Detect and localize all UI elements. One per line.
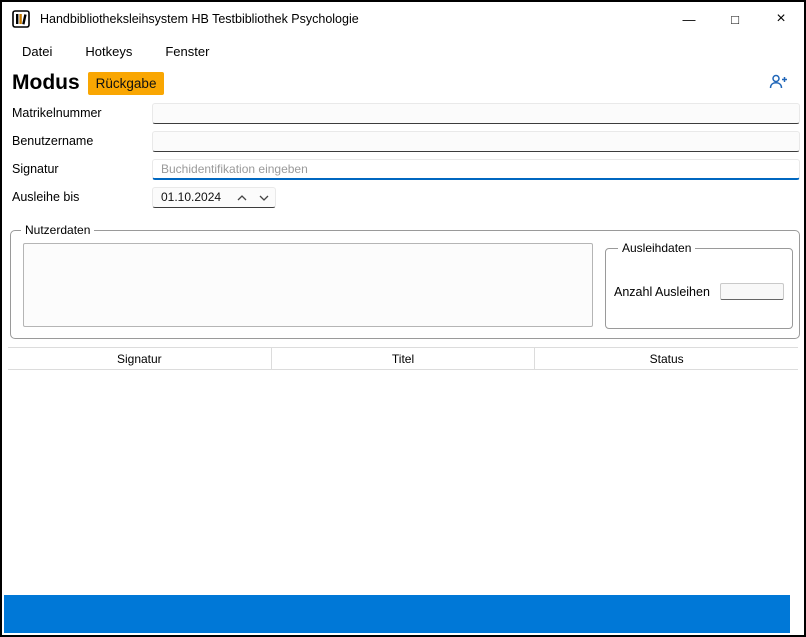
ausleihe-bis-value: 01.10.2024: [153, 190, 231, 204]
nutzerdaten-title: Nutzerdaten: [21, 223, 94, 237]
benutzername-input[interactable]: [152, 131, 800, 152]
nutzerdaten-notes[interactable]: [23, 243, 593, 327]
bottom-blue-bar: [4, 595, 790, 633]
spin-up-button[interactable]: [231, 188, 253, 207]
spin-down-button[interactable]: [253, 188, 275, 207]
results-table-header: Signatur Titel Status: [8, 347, 798, 370]
ausleihdaten-title: Ausleihdaten: [618, 241, 695, 255]
column-header-signatur[interactable]: Signatur: [8, 348, 271, 369]
benutzername-label: Benutzername: [12, 134, 152, 148]
matrikelnummer-label: Matrikelnummer: [12, 106, 152, 120]
chevron-up-icon: [237, 190, 247, 205]
window-controls: — □ ×: [666, 2, 804, 36]
nutzerdaten-group: Nutzerdaten Ausleihdaten Anzahl Ausleihe…: [10, 223, 800, 339]
signatur-row: Signatur: [2, 155, 804, 183]
person-add-icon: [768, 78, 788, 93]
app-window: Handbibliotheksleihsystem HB Testbibliot…: [0, 0, 806, 637]
menubar: Datei Hotkeys Fenster: [2, 36, 804, 66]
ausleihe-bis-date-spinner[interactable]: 01.10.2024: [152, 187, 276, 208]
anzahl-ausleihen-label: Anzahl Ausleihen: [614, 285, 720, 299]
library-book-icon: [12, 10, 30, 28]
window-title: Handbibliotheksleihsystem HB Testbibliot…: [40, 12, 359, 26]
ausleihe-bis-label: Ausleihe bis: [12, 190, 152, 204]
signatur-input[interactable]: [152, 159, 800, 180]
ausleihe-bis-row: Ausleihe bis 01.10.2024: [2, 183, 804, 211]
maximize-button[interactable]: □: [712, 2, 758, 36]
ausleihdaten-group: Ausleihdaten Anzahl Ausleihen: [605, 241, 793, 329]
column-header-titel[interactable]: Titel: [271, 348, 535, 369]
chevron-down-icon: [259, 190, 269, 205]
menu-item-datei[interactable]: Datei: [20, 40, 54, 63]
menu-item-hotkeys[interactable]: Hotkeys: [83, 40, 134, 63]
menu-item-fenster[interactable]: Fenster: [163, 40, 211, 63]
signatur-label: Signatur: [12, 162, 152, 176]
matrikelnummer-row: Matrikelnummer: [2, 99, 804, 127]
mode-header: Modus Rückgabe: [2, 66, 804, 99]
column-header-status[interactable]: Status: [534, 348, 798, 369]
titlebar: Handbibliotheksleihsystem HB Testbibliot…: [2, 2, 804, 36]
matrikelnummer-input[interactable]: [152, 103, 800, 124]
close-button[interactable]: ×: [758, 2, 804, 36]
anzahl-ausleihen-input[interactable]: [720, 283, 784, 300]
mode-button[interactable]: Rückgabe: [88, 72, 165, 95]
minimize-button[interactable]: —: [666, 2, 712, 36]
benutzername-row: Benutzername: [2, 127, 804, 155]
add-user-button[interactable]: [766, 72, 790, 95]
page-title: Modus: [12, 71, 80, 95]
